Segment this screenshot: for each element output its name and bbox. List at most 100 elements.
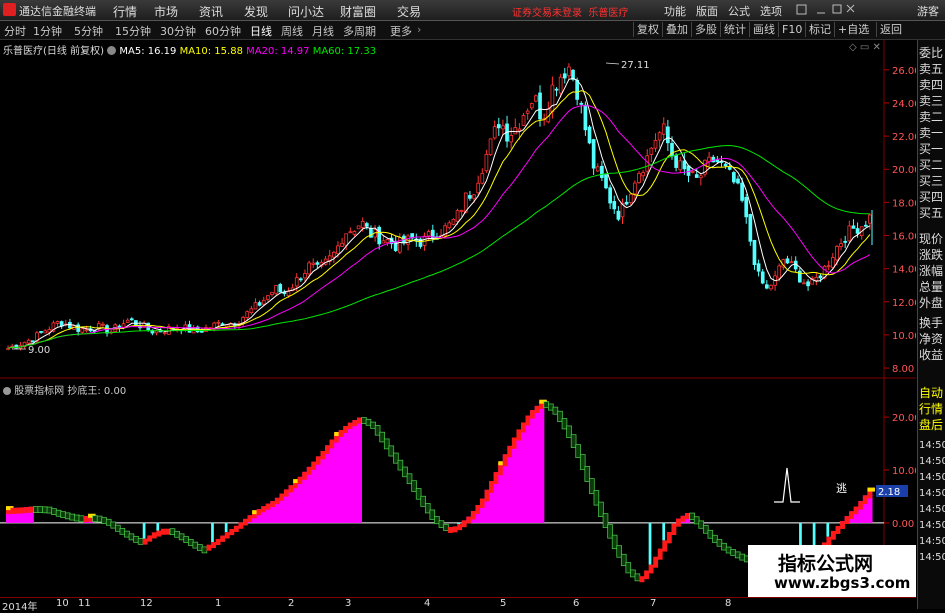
indicator-step (166, 529, 171, 535)
tab-zhouxian[interactable]: 周线 (281, 23, 303, 39)
settings-icon[interactable] (797, 5, 806, 14)
tool-tongji[interactable]: 统计 (720, 22, 749, 37)
menu-hangqing[interactable]: 行情 (113, 3, 137, 20)
candle (250, 309, 253, 313)
low-label: 9.00 (28, 345, 50, 356)
candle (497, 124, 500, 127)
candle (287, 292, 290, 296)
sub-y-tick-label: 20.00 (892, 413, 916, 424)
candle (246, 312, 249, 318)
indicator-step (33, 507, 38, 513)
indicator-fill (320, 451, 325, 523)
candle (130, 319, 133, 320)
sub-toggle-icon[interactable] (3, 387, 11, 395)
tab-rixian[interactable]: 日线 (250, 23, 272, 39)
candle (852, 226, 855, 228)
candle (468, 195, 471, 198)
indicator-step (52, 509, 57, 515)
candle (658, 133, 661, 140)
tab-fenshi[interactable]: 分时 (4, 23, 26, 39)
tool-zixuan[interactable]: +自选 (834, 22, 872, 37)
menu-faxian[interactable]: 发现 (244, 3, 268, 20)
date-label: 3 (345, 598, 351, 609)
indicator-step (298, 477, 303, 484)
auto-label[interactable]: 自动 (919, 386, 943, 401)
candle (353, 232, 356, 235)
candle (452, 219, 455, 224)
menu-jiaoyi[interactable]: 交易 (397, 3, 421, 20)
close-small-icon[interactable]: ✕ (873, 42, 881, 53)
candle (745, 197, 748, 216)
sub-indicator-source[interactable]: 股票指标网 (14, 386, 64, 397)
menu-xuanxiang[interactable]: 选项 (760, 3, 782, 19)
menu-zixun[interactable]: 资讯 (199, 3, 223, 20)
guest-label[interactable]: 游客 (917, 3, 939, 19)
indicator-step (662, 540, 667, 551)
tool-diejia[interactable]: 叠加 (662, 22, 691, 37)
collapse-icon[interactable]: ◇ (849, 42, 857, 53)
indicator-step (393, 453, 398, 463)
tab-duozhouqi[interactable]: 多周期 (343, 23, 376, 39)
chart-mini-controls: ◇ ▭ ✕ (849, 42, 881, 53)
tab-15min[interactable]: 15分钟 (115, 23, 151, 39)
tool-duogu[interactable]: 多股 (691, 22, 720, 37)
candle (122, 324, 125, 328)
tab-gengduo[interactable]: 更多 (390, 23, 412, 39)
menu-caifuquan[interactable]: 财富圈 (340, 3, 376, 20)
tab-1min[interactable]: 1分钟 (33, 23, 62, 39)
indicator-step (357, 418, 362, 424)
indicator-step (371, 422, 376, 428)
indicator-step (97, 516, 102, 522)
tab-30min[interactable]: 30分钟 (160, 23, 196, 39)
close-icon[interactable] (847, 5, 854, 12)
menu-gongshi[interactable]: 公式 (728, 3, 750, 19)
indicator-step (120, 528, 125, 534)
menu-wenxiaoda[interactable]: 问小达 (288, 3, 324, 20)
stock-title[interactable]: 乐普医疗(日线 前复权) (3, 46, 104, 57)
candle (485, 154, 488, 170)
candle (699, 176, 702, 178)
watermark: 指标公式网 www.zbgs3.com (748, 545, 916, 597)
tab-yuexian[interactable]: 月线 (312, 23, 334, 39)
quote-label: 买五 (919, 206, 943, 221)
indicator-step (589, 479, 594, 494)
y-tick-label: 12.00 (892, 298, 916, 309)
tool-biaoji[interactable]: 标记 (805, 22, 834, 37)
indicator-toggle-icon[interactable] (107, 46, 116, 55)
candle (378, 227, 381, 244)
tool-fanhui[interactable]: 返回 (876, 22, 905, 37)
tool-fuquan[interactable]: 复权 (633, 22, 662, 37)
menu-shichang[interactable]: 市场 (154, 3, 178, 20)
tab-5min[interactable]: 5分钟 (74, 23, 103, 39)
tool-huaxian[interactable]: 画线 (749, 22, 778, 37)
maximize-icon[interactable] (833, 5, 841, 13)
indicator-step (594, 491, 599, 506)
candle (848, 226, 851, 241)
menu-gongneng[interactable]: 功能 (664, 3, 686, 19)
date-label: 6 (573, 598, 579, 609)
indicator-step (836, 526, 841, 534)
date-label: 4 (424, 598, 430, 609)
indicator-step (134, 536, 139, 542)
chart-area[interactable]: 8.0010.0012.0014.0016.0018.0020.0022.002… (0, 40, 916, 597)
indicator-step (653, 557, 658, 568)
app-logo-icon (3, 3, 16, 16)
quote-label: 买四 (919, 190, 943, 205)
indicator-step (649, 565, 654, 574)
indicator-step (617, 546, 622, 558)
candle (625, 202, 628, 204)
sub-legend: 股票指标网 抄底王: 0.00 (3, 382, 126, 397)
watermark-url: www.zbgs3.com (774, 574, 910, 592)
tool-f10[interactable]: F10 (778, 22, 805, 37)
indicator-step (238, 522, 243, 528)
date-axis: 2014年 10 11 12 1 2 3 4 5 6 7 8 (0, 597, 916, 610)
indicator-step (248, 515, 253, 522)
menu-banmian[interactable]: 版面 (696, 3, 718, 19)
tab-60min[interactable]: 60分钟 (205, 23, 241, 39)
indicator-step (348, 423, 353, 429)
settings-small-icon[interactable]: ▭ (860, 42, 869, 53)
chevron-right-icon[interactable]: › (417, 23, 421, 36)
y-tick-label: 22.00 (892, 132, 916, 143)
indicator-fill (325, 445, 330, 523)
login-notice[interactable]: 证券交易未登录 乐普医疗 (512, 4, 628, 19)
